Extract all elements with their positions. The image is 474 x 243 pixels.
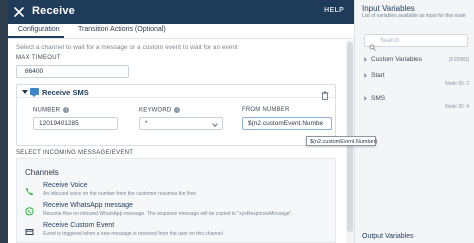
- receive-node-editor: Receive HELP Configuration Transition Ac…: [0, 0, 474, 243]
- max-timeout-input[interactable]: 86400: [16, 65, 129, 78]
- from-number-tooltip: $(n2.customEvent.Number): [306, 136, 377, 146]
- input-variables-panel: Input Variables List of variables availa…: [354, 0, 474, 243]
- from-number-input[interactable]: $(n2.customEvent.Numbe: [242, 117, 332, 130]
- sms-icon: [30, 88, 39, 97]
- input-variables-subtitle: List of variables available as input for…: [362, 13, 466, 19]
- chevron-right-icon: [362, 96, 367, 101]
- trash-icon[interactable]: [321, 87, 329, 105]
- help-link[interactable]: HELP: [324, 7, 344, 14]
- tab-configuration[interactable]: Configuration: [18, 26, 60, 33]
- info-icon: i: [174, 107, 181, 113]
- variables-search-input[interactable]: Search: [364, 34, 468, 51]
- channels-title: Channels: [25, 168, 59, 177]
- keyword-label-text: KEYWORD: [139, 107, 172, 114]
- chevron-right-icon: [362, 73, 367, 78]
- variable-group-meta: [F20982]: [449, 57, 469, 63]
- channel-desc: Event is triggered when a new message is…: [43, 231, 223, 237]
- number-input[interactable]: 12019401285: [33, 117, 118, 130]
- variable-group-node-id: Node ID: 2: [445, 81, 469, 87]
- active-tab-indicator: [8, 36, 64, 38]
- output-variables-title[interactable]: Output Variables: [362, 233, 414, 240]
- variable-group-label: SMS: [371, 95, 386, 102]
- from-number-label: FROM NUMBER: [242, 107, 290, 113]
- keyword-select[interactable]: *: [139, 117, 223, 130]
- variable-group-label: Custom Variables: [371, 56, 422, 63]
- keyword-value: *: [145, 120, 148, 127]
- number-label-text: NUMBER: [33, 107, 61, 114]
- number-label: NUMBER i: [33, 107, 70, 114]
- configuration-panel: Select a channel to wait for a message o…: [8, 40, 354, 243]
- channel-desc: An inbound voice on the number from the …: [43, 191, 196, 197]
- search-placeholder: Search: [380, 38, 400, 44]
- chevron-down-icon: [212, 121, 218, 127]
- receive-sms-title: Receive SMS: [42, 88, 89, 97]
- page-title: Receive: [32, 5, 75, 17]
- select-incoming-label: SELECT INCOMING MESSAGE/EVENT: [16, 150, 134, 156]
- receive-sms-card: Receive SMS NUMBER i KEYWORD i FROM NUMBER…: [16, 84, 336, 146]
- variable-group-node-id: Node ID: 4: [445, 104, 469, 110]
- variable-group-label: Start: [371, 72, 385, 79]
- header-bar: Receive HELP: [8, 0, 354, 24]
- tab-transition-actions[interactable]: Transition Actions (Optional): [78, 26, 166, 33]
- keyword-label: KEYWORD i: [139, 107, 181, 114]
- channels-list: Channels Receive Voice An inbound voice …: [16, 158, 336, 243]
- channel-name: Receive WhatsApp message: [43, 202, 133, 209]
- receive-sms-header[interactable]: Receive SMS: [17, 85, 335, 100]
- config-intro-text: Select a channel to wait for a message o…: [16, 44, 238, 51]
- whatsapp-icon: [25, 203, 34, 216]
- caret-down-icon[interactable]: [22, 90, 28, 94]
- max-timeout-label: MAX TIMEOUT: [16, 55, 61, 61]
- left-strip: [0, 0, 8, 243]
- input-variables-title: Input Variables: [362, 4, 415, 13]
- channel-name: Receive Voice: [43, 182, 88, 189]
- chevron-right-icon: [362, 57, 367, 62]
- close-icon[interactable]: [12, 5, 26, 19]
- info-icon: i: [63, 107, 70, 113]
- custom-event-icon: [25, 223, 34, 235]
- search-icon: [369, 38, 376, 56]
- channel-name: Receive Custom Event: [43, 222, 115, 229]
- phone-icon: [25, 183, 34, 196]
- channel-desc: Resume flow on inbound WhatsApp message.…: [43, 211, 293, 217]
